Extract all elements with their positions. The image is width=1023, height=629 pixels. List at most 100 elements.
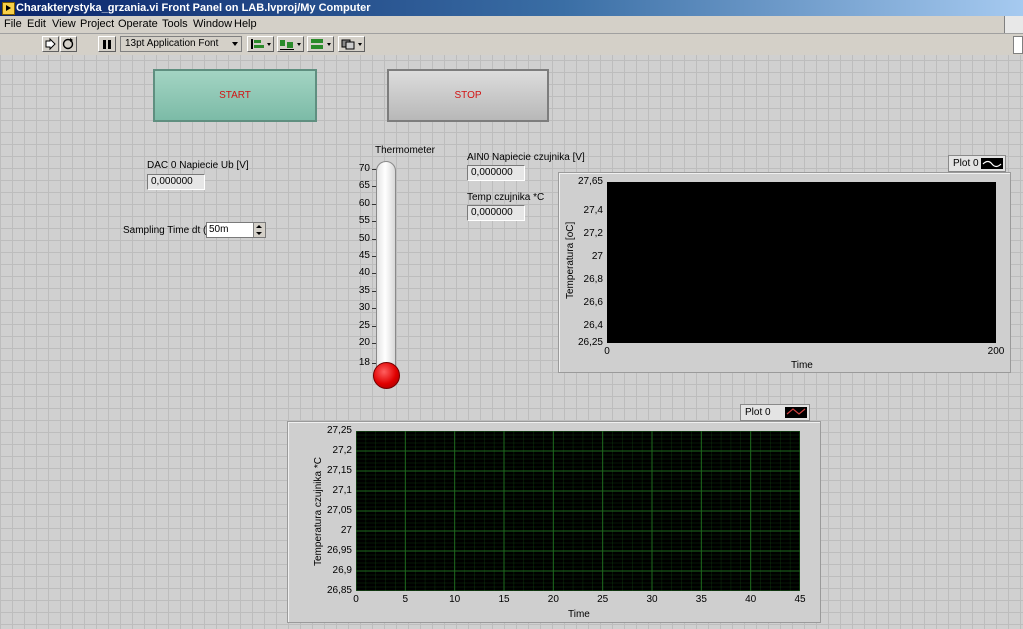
title-bar: Charakterystyka_grzania.vi Front Panel o…	[0, 0, 1023, 16]
y-tick-label: 27,15	[326, 465, 352, 476]
thermometer-tick-label: 50	[358, 232, 370, 244]
increment-arrow-icon[interactable]	[256, 225, 262, 228]
y-tick-label: 26,8	[583, 273, 603, 285]
y-tick-label: 27	[591, 250, 603, 262]
distribute-objects-icon	[280, 40, 301, 50]
front-panel: START STOP DAC 0 Napiecie Ub [V] 0,00000…	[0, 55, 1023, 629]
menu-project[interactable]: Project	[80, 18, 114, 30]
x-tick-label: 25	[597, 594, 609, 605]
reorder-button[interactable]	[338, 36, 365, 52]
thermometer-tick-label: 65	[358, 180, 370, 192]
chart1-plot-area[interactable]	[607, 182, 996, 343]
y-tick-label: 26,6	[583, 296, 603, 308]
resize-objects-button[interactable]	[307, 36, 334, 52]
x-tick-label: 0	[604, 346, 610, 357]
vi-icon-pane	[1004, 16, 1023, 33]
chart2-plot-area[interactable]	[355, 430, 801, 592]
x-tick-label: 5	[402, 594, 409, 605]
x-tick-label: 15	[498, 594, 510, 605]
thermometer-tick-label: 20	[358, 337, 370, 348]
temperature-chart: Temperatura [oC] 27,65 27,4 27,2 27 26,8 26,6…	[558, 172, 1011, 373]
y-tick-label: 27,25	[326, 425, 352, 436]
context-help-icon[interactable]	[1013, 36, 1023, 54]
text-settings-dropdown[interactable]: 13pt Application Font	[120, 36, 242, 52]
window-title: Charakterystyka_grzania.vi Front Panel o…	[16, 2, 371, 14]
y-tick-label: 26,95	[326, 545, 352, 556]
thermometer-tick-label: 30	[358, 302, 370, 314]
chart2-x-axis-title: Time	[568, 609, 590, 620]
run-button[interactable]	[42, 36, 59, 52]
y-tick-label: 27,65	[577, 176, 603, 187]
thermometer-tick-label: 35	[358, 284, 370, 296]
chart2-plot-legend[interactable]: Plot 0	[740, 404, 810, 421]
y-tick-label: 27,05	[326, 505, 352, 516]
decrement-arrow-icon[interactable]	[256, 232, 262, 235]
dac-voltage-indicator: 0,000000	[147, 174, 205, 190]
y-tick-label: 27,2	[332, 445, 352, 456]
menu-window[interactable]: Window	[193, 18, 232, 30]
dropdown-arrow-icon	[232, 42, 238, 46]
sensor-temp-indicator: 0,000000	[467, 205, 525, 221]
y-tick-label: 26,9	[332, 565, 352, 576]
font-selector-label: 13pt Application Font	[125, 38, 219, 49]
resize-objects-icon	[311, 39, 331, 49]
start-button[interactable]: START	[153, 69, 317, 122]
increment-decrement-spinner[interactable]	[253, 223, 265, 237]
sampling-time-control[interactable]: 50m	[206, 222, 266, 238]
menu-tools[interactable]: Tools	[162, 18, 188, 30]
thermometer-bulb	[373, 362, 400, 389]
ain-voltage-indicator: 0,000000	[467, 165, 525, 181]
chart1-plot-legend[interactable]: Plot 0	[948, 155, 1006, 172]
sensor-temperature-chart: Temperatura czujnika *C 27,25 27,2 27,15 27…	[287, 421, 821, 623]
y-tick-label: 26,4	[583, 319, 603, 331]
x-tick-label: 45	[794, 594, 806, 605]
x-tick-label: 200	[987, 346, 1005, 357]
thermometer-tube	[376, 161, 396, 381]
thermometer-tick-label: 25	[358, 319, 370, 331]
y-tick-label: 27,1	[332, 485, 352, 496]
y-tick-label: 27,4	[583, 204, 603, 216]
menu-view[interactable]: View	[52, 18, 76, 30]
x-tick-label: 40	[745, 594, 757, 605]
y-tick-label: 27,2	[583, 227, 603, 239]
menu-help[interactable]: Help	[234, 18, 257, 30]
menu-bar: File Edit View Project Operate Tools Win…	[0, 16, 1023, 34]
pause-icon	[103, 40, 111, 49]
x-tick-label: 10	[449, 594, 461, 605]
run-arrow-icon	[45, 37, 56, 51]
sampling-time-value: 50m	[209, 224, 229, 235]
run-continuously-button[interactable]	[60, 36, 77, 52]
thermometer-tick-label: 18	[358, 357, 370, 368]
chart2-legend-label: Plot 0	[745, 407, 771, 418]
thermometer-tick-label: 60	[358, 197, 370, 209]
x-tick-label: 20	[547, 594, 559, 605]
distribute-objects-button[interactable]	[277, 36, 304, 52]
thermometer-tick-label: 70	[358, 163, 370, 174]
x-tick-label: 35	[695, 594, 707, 605]
chart1-legend-label: Plot 0	[953, 158, 979, 169]
labview-vi-icon	[2, 2, 15, 15]
plot-line-icon	[785, 407, 807, 418]
run-continuously-icon	[62, 38, 74, 50]
align-objects-icon	[251, 39, 271, 49]
chart1-x-axis-title: Time	[791, 360, 813, 371]
pause-button[interactable]	[98, 36, 116, 52]
plot-line-icon	[981, 158, 1003, 169]
menu-operate[interactable]: Operate	[118, 18, 158, 30]
menu-edit[interactable]: Edit	[27, 18, 46, 30]
thermometer-tick-label: 40	[358, 267, 370, 279]
thermometer-tick-label: 45	[358, 250, 370, 261]
toolbar: 13pt Application Font	[0, 34, 1023, 56]
ain-voltage-label: AIN0 Napiecie czujnika [V]	[467, 152, 585, 163]
reorder-icon	[341, 39, 362, 50]
y-tick-label: 27	[340, 525, 352, 536]
sensor-temp-label: Temp czujnika *C	[467, 192, 545, 203]
stop-button[interactable]: STOP	[387, 69, 549, 122]
thermometer-label: Thermometer	[375, 145, 436, 156]
dac-voltage-label: DAC 0 Napiecie Ub [V]	[147, 160, 249, 171]
sampling-time-label: Sampling Time dt (s)	[123, 225, 215, 236]
align-objects-button[interactable]	[247, 36, 274, 52]
menu-file[interactable]: File	[4, 18, 22, 30]
x-tick-label: 0	[353, 594, 359, 605]
thermometer-tick-label: 55	[358, 215, 370, 227]
